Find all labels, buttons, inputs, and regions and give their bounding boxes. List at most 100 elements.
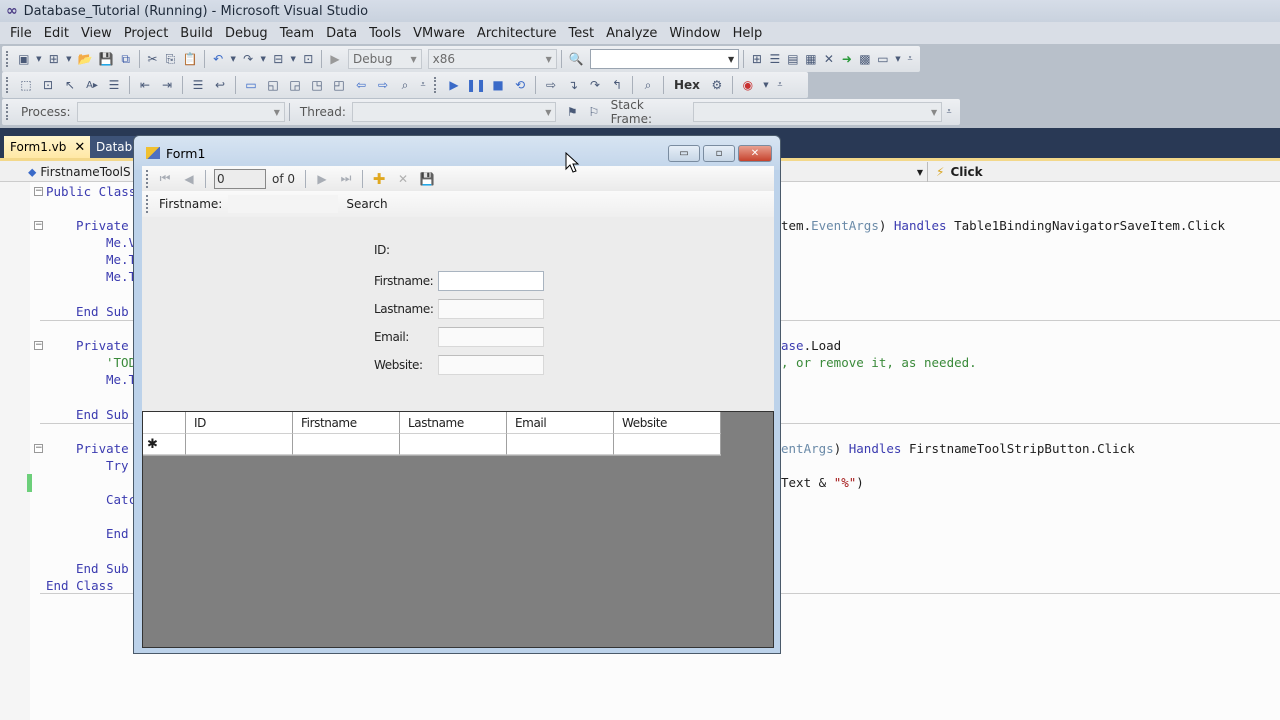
- toolbar-options-icon[interactable]: ⩡: [776, 77, 784, 93]
- email-input[interactable]: [438, 327, 544, 347]
- find-in-files-icon[interactable]: 🔍: [568, 51, 583, 67]
- solution-configuration-dropdown[interactable]: Debug ▼: [348, 49, 422, 69]
- form1-window[interactable]: Form1 ▭ ▫ ✕ ⏮ ◀ 0 of 0 ▶ ⏭ ✚ ✕ 💾 Firstna…: [133, 135, 781, 654]
- extension-manager-icon[interactable]: ▩: [859, 51, 871, 67]
- data-grid-view[interactable]: ID Firstname Lastname Email Website ✱: [142, 411, 774, 648]
- dropdown-arrow-icon[interactable]: ▼: [36, 51, 42, 67]
- grid-cell[interactable]: [293, 434, 400, 455]
- properties-window-icon[interactable]: ☰: [769, 51, 781, 67]
- maximize-button[interactable]: ▫: [703, 145, 735, 162]
- collapse-icon[interactable]: −: [34, 341, 43, 350]
- move-last-icon[interactable]: ⏭: [338, 171, 354, 187]
- show-next-statement-icon[interactable]: ⇨: [543, 77, 559, 93]
- next-bookmark-icon[interactable]: ◲: [287, 77, 303, 93]
- delete-icon[interactable]: ✕: [395, 171, 411, 187]
- previous-bookmark-icon[interactable]: ◱: [265, 77, 281, 93]
- close-button[interactable]: ✕: [738, 145, 772, 162]
- start-debugging-icon[interactable]: ▶: [329, 51, 341, 67]
- move-first-icon[interactable]: ⏮: [157, 171, 173, 187]
- find-dropdown[interactable]: ▼: [590, 49, 740, 69]
- collapse-icon[interactable]: −: [34, 187, 43, 196]
- toggle-bookmark-icon[interactable]: ▭: [243, 77, 259, 93]
- process-dropdown[interactable]: ▼: [76, 102, 285, 122]
- column-header-website[interactable]: Website: [614, 412, 721, 434]
- menu-help[interactable]: Help: [727, 26, 769, 41]
- move-next-icon[interactable]: ▶: [314, 171, 330, 187]
- toolbar-grip[interactable]: [6, 104, 9, 120]
- grid-new-row[interactable]: ✱: [143, 434, 721, 456]
- solution-explorer-icon[interactable]: ⊞: [751, 51, 763, 67]
- grid-cell[interactable]: [507, 434, 614, 455]
- comment-lines-icon[interactable]: ☰: [190, 77, 206, 93]
- menu-debug[interactable]: Debug: [219, 26, 274, 41]
- flag-all-icon[interactable]: ⚐: [586, 104, 602, 120]
- toolbar-grip[interactable]: [6, 51, 9, 67]
- save-data-icon[interactable]: 💾: [419, 171, 435, 187]
- cut-icon[interactable]: ✂: [146, 51, 158, 67]
- show-threads-icon[interactable]: ⚙: [709, 77, 725, 93]
- menu-view[interactable]: View: [75, 26, 118, 41]
- collapse-icon[interactable]: −: [34, 221, 43, 230]
- menu-edit[interactable]: Edit: [38, 26, 75, 41]
- decrease-indent-icon[interactable]: ⇤: [137, 77, 153, 93]
- add-item-icon[interactable]: ⊞: [48, 51, 60, 67]
- search-button[interactable]: Search: [346, 197, 387, 211]
- step-over-icon[interactable]: ↷: [587, 77, 603, 93]
- toolbar-options-icon[interactable]: ⩡: [907, 51, 913, 67]
- thread-dropdown[interactable]: ▼: [351, 102, 557, 122]
- menu-data[interactable]: Data: [320, 26, 363, 41]
- pointer-icon[interactable]: ↖: [62, 77, 78, 93]
- method-name-dropdown[interactable]: ⚡ Click: [936, 162, 1276, 182]
- toolbar-grip[interactable]: [434, 77, 437, 93]
- break-all-icon[interactable]: ❚❚: [466, 77, 486, 93]
- position-input[interactable]: 0: [214, 168, 266, 189]
- tab-order-icon[interactable]: ⬚: [18, 77, 34, 93]
- continue-icon[interactable]: ▶: [446, 77, 462, 93]
- paste-icon[interactable]: 📋: [182, 51, 197, 67]
- column-header-email[interactable]: Email: [507, 412, 614, 434]
- firstname-input[interactable]: [438, 271, 544, 291]
- dropdown-arrow-icon[interactable]: ▼: [66, 51, 72, 67]
- next-bookmark-folder-icon[interactable]: ◰: [331, 77, 347, 93]
- clear-bookmarks-icon[interactable]: ⌕: [397, 77, 413, 93]
- website-input[interactable]: [438, 355, 544, 375]
- menu-test[interactable]: Test: [563, 26, 601, 41]
- menu-window[interactable]: Window: [663, 26, 726, 41]
- dropdown-arrow-icon[interactable]: ▼: [290, 51, 296, 67]
- grid-cell[interactable]: [400, 434, 507, 455]
- restart-icon[interactable]: ⟲: [512, 77, 528, 93]
- step-out-icon[interactable]: ↰: [609, 77, 625, 93]
- uncomment-lines-icon[interactable]: ↩: [212, 77, 228, 93]
- open-folder-icon[interactable]: 📂: [78, 51, 93, 67]
- form1-title-bar[interactable]: Form1 ▭ ▫ ✕: [134, 136, 780, 170]
- column-header-id[interactable]: ID: [186, 412, 293, 434]
- command-window-icon[interactable]: ▭: [877, 51, 889, 67]
- align-to-grid-icon[interactable]: ⊡: [40, 77, 56, 93]
- redo-icon[interactable]: ↷: [242, 51, 254, 67]
- quick-watch-icon[interactable]: ⌕: [640, 77, 656, 93]
- menu-architecture[interactable]: Architecture: [471, 26, 563, 41]
- stack-frame-dropdown[interactable]: ▼: [692, 102, 943, 122]
- menu-analyze[interactable]: Analyze: [600, 26, 663, 41]
- toolbar-options-icon[interactable]: ⩡: [945, 104, 953, 120]
- toolbar-options-icon[interactable]: ⩡: [419, 77, 427, 93]
- font-size-icon[interactable]: A▸: [84, 77, 100, 93]
- navigate-backward-icon[interactable]: ⊟: [272, 51, 284, 67]
- toolbox-icon[interactable]: ▦: [805, 51, 817, 67]
- object-browser-icon[interactable]: ▤: [787, 51, 799, 67]
- hex-display-button[interactable]: Hex: [674, 78, 700, 92]
- dropdown-arrow-icon[interactable]: ▼: [762, 77, 770, 93]
- stop-debugging-icon[interactable]: ■: [490, 77, 506, 93]
- dropdown-arrow-icon[interactable]: ▼: [230, 51, 236, 67]
- document-outline-icon[interactable]: ☰: [106, 77, 122, 93]
- add-new-icon[interactable]: ✚: [371, 170, 387, 188]
- grid-cell[interactable]: [614, 434, 721, 455]
- previous-bookmark-folder-icon[interactable]: ◳: [309, 77, 325, 93]
- start-page-icon[interactable]: ➜: [841, 51, 853, 67]
- column-header-lastname[interactable]: Lastname: [400, 412, 507, 434]
- search-firstname-input[interactable]: [228, 195, 339, 213]
- column-header-firstname[interactable]: Firstname: [293, 412, 400, 434]
- previous-bookmark-document-icon[interactable]: ⇦: [353, 77, 369, 93]
- menu-team[interactable]: Team: [274, 26, 320, 41]
- dropdown-arrow-icon[interactable]: ▼: [260, 51, 266, 67]
